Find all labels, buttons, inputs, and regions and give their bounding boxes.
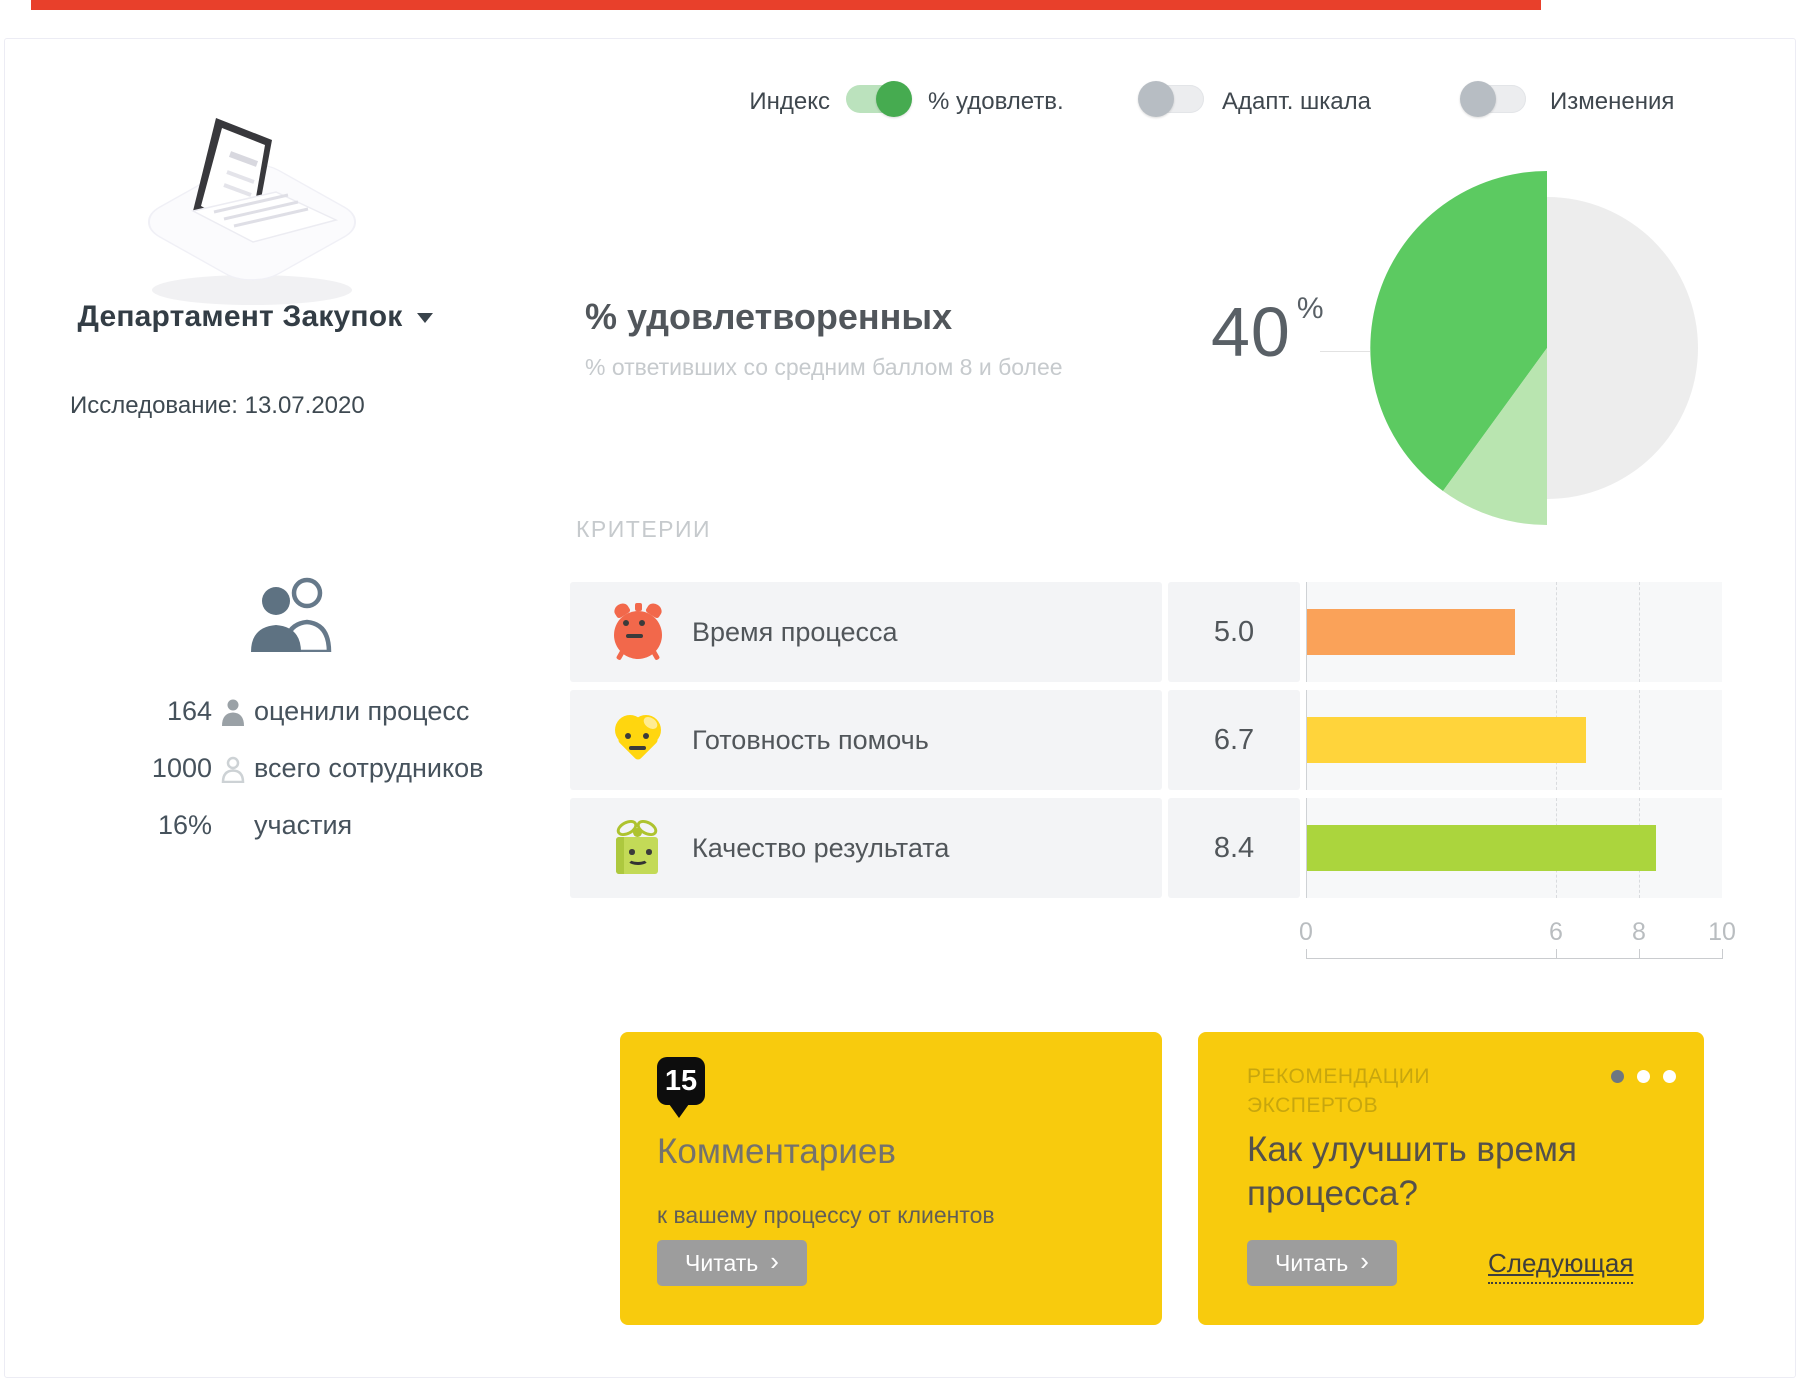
recommendation-title: Как улучшить время процесса? [1247, 1128, 1657, 1216]
toggle-knob [1138, 81, 1174, 117]
dashboard-page: Департамент Закупок Исследование: 13.07.… [0, 0, 1800, 1382]
comments-title: Комментариев [657, 1132, 896, 1172]
heart-face-icon [610, 712, 666, 764]
stat-value: 16% [60, 810, 212, 841]
x-tick-6: 6 [1536, 918, 1576, 947]
research-date: Исследование: 13.07.2020 [70, 392, 365, 420]
next-recommendation-link[interactable]: Следующая [1488, 1248, 1633, 1284]
satisfaction-subtitle: % ответивших со средним баллом 8 и более [585, 354, 1063, 381]
toggle-knob [876, 81, 912, 117]
satisfaction-title: % удовлетворенных [585, 296, 952, 338]
x-tick-0: 0 [1286, 918, 1326, 947]
index-satisfied-toggle[interactable] [846, 84, 910, 114]
x-tick-8: 8 [1619, 918, 1659, 947]
laptop-illustration-icon [100, 92, 410, 322]
x-axis [1306, 958, 1723, 959]
criteria-row-label: Готовность помочь [570, 690, 1162, 790]
department-selector[interactable]: Департамент Закупок [55, 300, 455, 334]
chevron-right-icon: › [1360, 1248, 1369, 1274]
stat-rated: 164 оценили процесс [60, 693, 520, 729]
recommendations-card: РЕКОМЕНДАЦИИ ЭКСПЕРТОВ Как улучшить врем… [1198, 1032, 1704, 1325]
criteria-score: 5.0 [1168, 582, 1300, 682]
read-comments-button[interactable]: Читать› [657, 1240, 807, 1286]
pager-dots [1611, 1070, 1676, 1083]
criteria-score: 6.7 [1168, 690, 1300, 790]
satisfaction-pie-chart [1366, 167, 1726, 529]
bar-quality [1307, 825, 1656, 871]
toggle-label-satisfied: % удовлетв. [928, 88, 1064, 116]
person-outline-icon [212, 753, 254, 783]
gift-face-icon [610, 820, 664, 876]
satisfaction-value: 40% [1211, 292, 1325, 372]
stat-label: всего сотрудников [254, 753, 483, 784]
criteria-row-label: Качество результата [570, 798, 1162, 898]
criteria-name: Время процесса [692, 582, 898, 682]
stat-total: 1000 всего сотрудников [60, 750, 520, 786]
bar-time [1307, 609, 1515, 655]
department-name: Департамент Закупок [78, 300, 403, 333]
alarm-clock-icon [610, 604, 666, 660]
stat-value: 164 [60, 696, 212, 727]
badge-tail [669, 1104, 689, 1118]
people-group-icon [246, 576, 340, 652]
person-filled-icon [212, 696, 254, 726]
recommendations-eyebrow: РЕКОМЕНДАЦИИ ЭКСПЕРТОВ [1247, 1062, 1507, 1120]
toggle-label-index: Индекс [700, 88, 830, 116]
criteria-bar-cell [1306, 582, 1722, 682]
criteria-score: 8.4 [1168, 798, 1300, 898]
read-recommendation-button[interactable]: Читать› [1247, 1240, 1397, 1286]
toggle-label-adaptive: Адапт. шкала [1222, 88, 1371, 116]
bar-helpfulness [1307, 717, 1586, 763]
criteria-bar-cell [1306, 690, 1722, 790]
callout-line [1320, 351, 1370, 352]
adaptive-scale-toggle[interactable] [1140, 84, 1204, 114]
stat-label: участия [254, 810, 352, 841]
pager-dot[interactable] [1637, 1070, 1650, 1083]
top-accent-bar [31, 0, 1541, 10]
pager-dot[interactable] [1663, 1070, 1676, 1083]
comments-count-badge: 15 [657, 1057, 705, 1105]
stat-icon-empty [212, 810, 254, 840]
stat-participation: 16% участия [60, 807, 520, 843]
stat-label: оценили процесс [254, 696, 469, 727]
criteria-name: Качество результата [692, 798, 949, 898]
comments-card: 15 Комментариев к вашему процессу от кли… [620, 1032, 1162, 1325]
toggle-knob [1460, 81, 1496, 117]
changes-toggle[interactable] [1462, 84, 1526, 114]
criteria-bar-cell [1306, 798, 1722, 898]
criteria-name: Готовность помочь [692, 690, 929, 790]
satisfaction-unit: % [1297, 292, 1325, 325]
criteria-row-label: Время процесса [570, 582, 1162, 682]
toggle-label-changes: Изменения [1550, 88, 1674, 116]
stat-value: 1000 [60, 753, 212, 784]
pager-dot[interactable] [1611, 1070, 1624, 1083]
chevron-down-icon [417, 313, 433, 323]
comments-subtitle: к вашему процессу от клиентов [657, 1202, 995, 1229]
criteria-section-label: КРИТЕРИИ [576, 516, 711, 543]
x-tick-10: 10 [1702, 918, 1742, 947]
chevron-right-icon: › [770, 1248, 779, 1274]
